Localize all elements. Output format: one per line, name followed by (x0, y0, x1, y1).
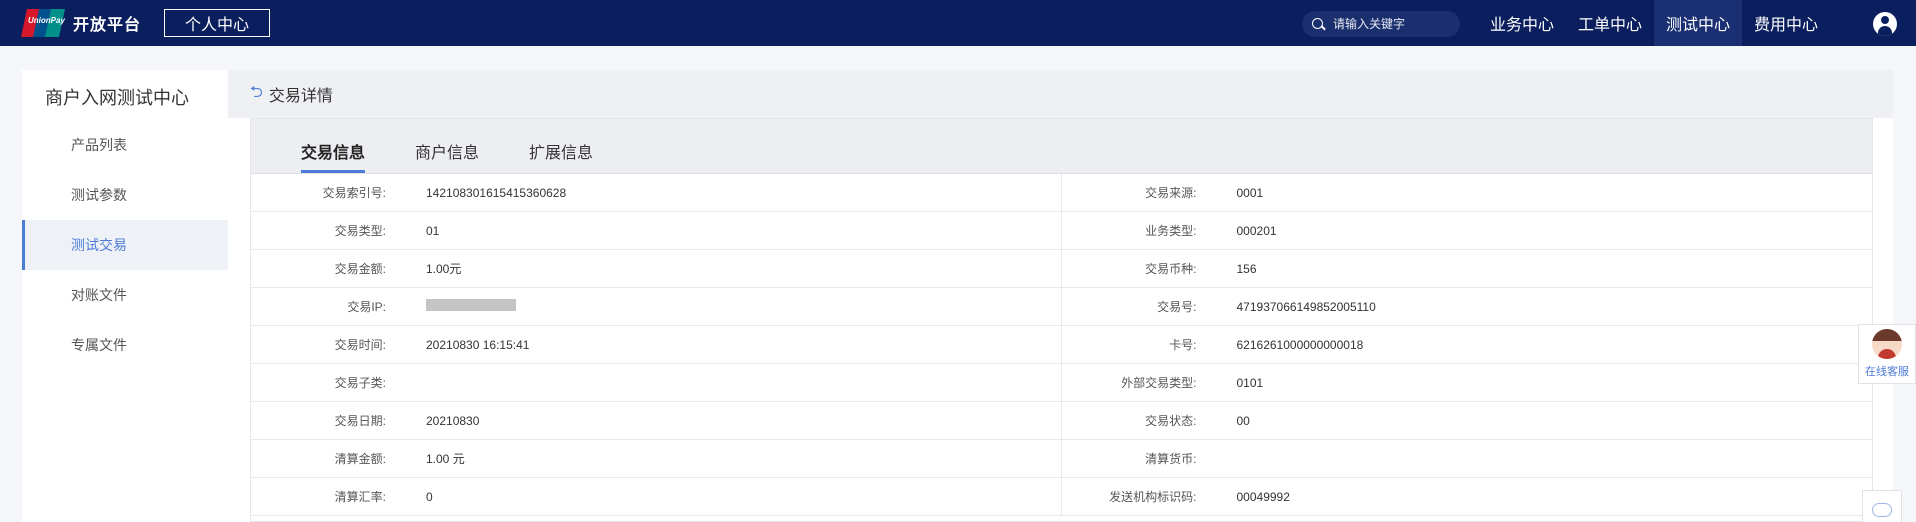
detail-row: 交易金额: 1.00元 交易币种: 156 (251, 250, 1872, 288)
detail-cell-right: 卡号: 6216261000000000018 (1062, 326, 1873, 363)
search-icon (1312, 17, 1325, 31)
field-value: 1.00元 (426, 262, 462, 276)
field-label: 清算金额: (334, 452, 386, 466)
field-value: 01 (426, 223, 440, 238)
tab-bar: 交易信息 商户信息 扩展信息 (251, 119, 1872, 174)
detail-row: 交易类型: 01 业务类型: 000201 (251, 212, 1872, 250)
field-label: 清算货币: (1145, 452, 1197, 466)
tab-extended-info[interactable]: 扩展信息 (529, 119, 593, 173)
nav-business-center[interactable]: 业务中心 (1478, 0, 1566, 46)
field-value: 000201 (1236, 223, 1277, 238)
detail-row: 交易子类: 外部交易类型: 0101 (251, 364, 1872, 402)
detail-row: 清算金额: 1.00 元 清算货币: (251, 440, 1872, 478)
page-header: ⮌ 交易详情 (228, 70, 1893, 118)
field-value: 20210830 (426, 413, 480, 428)
field-label: 交易索引号: (322, 186, 386, 200)
chat-bubble-icon[interactable] (1862, 490, 1902, 522)
field-value: 0 (426, 489, 433, 504)
online-service-widget[interactable]: 在线客服 (1858, 324, 1916, 384)
field-label: 发送机构标识码: (1109, 490, 1197, 504)
top-navigation-bar: UnionPay 开放平台 个人中心 业务中心 工单中心 测试中心 费用中心 (0, 0, 1916, 46)
personal-center-button[interactable]: 个人中心 (164, 9, 271, 37)
field-value: 471937066149852005110 (1236, 299, 1376, 314)
detail-cell-left: 交易索引号: 142108301615415360628 (251, 174, 1062, 211)
detail-cell-right: 交易状态: 00 (1062, 402, 1873, 439)
detail-cell-right: 发送机构标识码: 00049992 (1062, 478, 1873, 515)
sidebar-item-test-transactions[interactable]: 测试交易 (22, 220, 228, 270)
main-content: ⮌ 交易详情 交易信息 商户信息 扩展信息 交易索引号: 142108301615… (228, 70, 1893, 522)
detail-cell-left: 清算汇率: 0 (251, 478, 1062, 515)
sidebar-item-product-list[interactable]: 产品列表 (22, 120, 228, 170)
field-value: 00 (1236, 413, 1250, 428)
detail-cell-left: 交易日期: 20210830 (251, 402, 1062, 439)
field-value: 142108301615415360628 (426, 185, 567, 200)
sidebar: 商户入网测试中心 产品列表 测试参数 测试交易 对账文件 专属文件 (22, 70, 228, 522)
field-label: 卡号: (1169, 338, 1197, 352)
detail-cell-left: 交易金额: 1.00元 (251, 250, 1062, 287)
field-value: 1.00 元 (426, 452, 465, 466)
detail-card: 交易信息 商户信息 扩展信息 交易索引号: 1421083016154153606… (250, 118, 1873, 522)
search-box[interactable] (1302, 11, 1460, 37)
field-label: 交易IP: (347, 300, 386, 314)
sidebar-item-test-params[interactable]: 测试参数 (22, 170, 228, 220)
online-service-label: 在线客服 (1865, 366, 1909, 378)
field-label: 交易子类: (334, 376, 386, 390)
field-value-masked (426, 299, 516, 314)
detail-cell-right: 交易号: 471937066149852005110 (1062, 288, 1873, 325)
field-value: 00049992 (1236, 489, 1290, 504)
detail-cell-right: 清算货币: (1062, 440, 1873, 477)
brand-name[interactable]: 开放平台 (73, 11, 141, 35)
service-agent-avatar-icon (1872, 329, 1902, 359)
detail-row: 交易日期: 20210830 交易状态: 00 (251, 402, 1872, 440)
detail-cell-left: 交易子类: (251, 364, 1062, 401)
unionpay-logo[interactable]: UnionPay (21, 9, 65, 37)
sidebar-item-reconciliation-files[interactable]: 对账文件 (22, 270, 228, 320)
detail-cell-right: 交易来源: 0001 (1062, 174, 1873, 211)
field-value: 0001 (1236, 185, 1264, 200)
field-value: 6216261000000000018 (1236, 337, 1364, 352)
tab-transaction-info[interactable]: 交易信息 (301, 119, 366, 173)
field-label: 交易日期: (334, 414, 386, 428)
field-label: 交易号: (1157, 300, 1197, 314)
field-label: 清算汇率: (334, 490, 386, 504)
page-title: 交易详情 (268, 88, 333, 105)
field-label: 外部交易类型: (1121, 376, 1197, 390)
field-label: 交易币种: (1145, 262, 1197, 276)
nav-test-center[interactable]: 测试中心 (1654, 0, 1743, 46)
sidebar-title: 商户入网测试中心 (45, 88, 189, 108)
field-label: 交易金额: (334, 262, 386, 276)
detail-cell-right: 交易币种: 156 (1062, 250, 1873, 287)
nav-fee-center[interactable]: 费用中心 (1742, 0, 1830, 46)
field-label: 业务类型: (1145, 224, 1197, 238)
field-label: 交易类型: (334, 224, 386, 238)
nav-ticket-center[interactable]: 工单中心 (1566, 0, 1654, 46)
detail-cell-left: 交易类型: 01 (251, 212, 1062, 249)
field-label: 交易状态: (1145, 414, 1197, 428)
main-nav: 业务中心 工单中心 测试中心 费用中心 (1478, 0, 1830, 46)
field-value: 20210830 16:15:41 (426, 337, 530, 352)
detail-cell-left: 交易时间: 20210830 16:15:41 (251, 326, 1062, 363)
detail-row: 交易时间: 20210830 16:15:41 卡号: 621626100000000… (251, 326, 1872, 364)
back-arrow-icon[interactable]: ⮌ (250, 81, 263, 108)
tab-merchant-info[interactable]: 商户信息 (415, 119, 479, 173)
detail-row: 交易IP: 交易号: 471937066149852005110 (251, 288, 1872, 326)
detail-table: 交易索引号: 142108301615415360628 交易来源: 0001 交易类型… (251, 174, 1872, 516)
detail-cell-left: 清算金额: 1.00 元 (251, 440, 1062, 477)
sidebar-item-exclusive-files[interactable]: 专属文件 (22, 320, 228, 370)
detail-cell-left: 交易IP: (251, 288, 1062, 325)
detail-row: 交易索引号: 142108301615415360628 交易来源: 0001 (251, 174, 1872, 212)
detail-cell-right: 外部交易类型: 0101 (1062, 364, 1873, 401)
field-value: 0101 (1236, 375, 1264, 390)
field-label: 交易来源: (1145, 186, 1197, 200)
detail-row: 清算汇率: 0 发送机构标识码: 00049992 (251, 478, 1872, 516)
field-value: 156 (1236, 261, 1257, 276)
detail-cell-right: 业务类型: 000201 (1062, 212, 1873, 249)
user-avatar-icon[interactable] (1873, 12, 1897, 36)
search-input[interactable] (1333, 17, 1453, 31)
field-label: 交易时间: (334, 338, 386, 352)
